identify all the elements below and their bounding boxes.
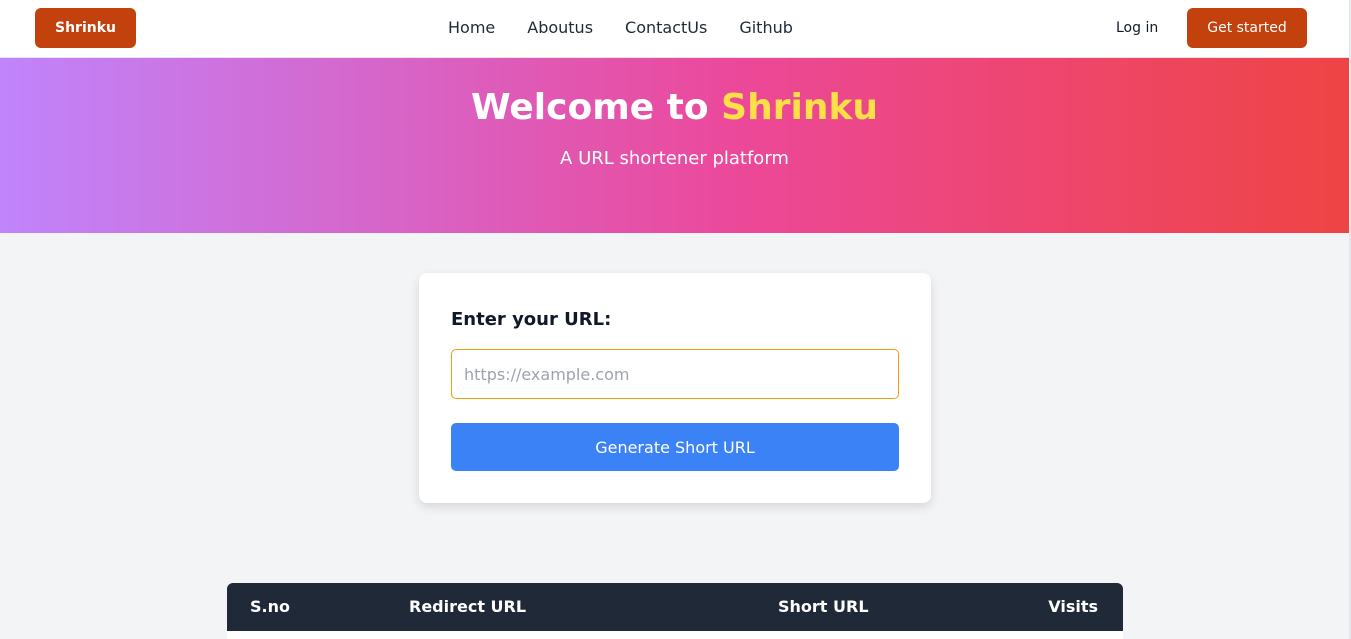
get-started-button[interactable]: Get started bbox=[1187, 8, 1307, 48]
hero-subtitle: A URL shortener platform bbox=[560, 148, 789, 169]
column-header-redirect-url: Redirect URL bbox=[409, 597, 527, 616]
nav-link-home[interactable]: Home bbox=[448, 17, 495, 39]
column-header-visits: Visits bbox=[1048, 597, 1098, 616]
hero-banner: Welcome to Shrinku A URL shortener platf… bbox=[0, 58, 1349, 233]
login-link[interactable]: Log in bbox=[1116, 18, 1158, 38]
nav-links: Home Aboutus ContactUs Github bbox=[448, 17, 793, 39]
column-header-short-url: Short URL bbox=[778, 597, 869, 616]
url-input[interactable] bbox=[451, 349, 899, 399]
hero-title-accent: Shrinku bbox=[721, 87, 879, 128]
nav-link-github[interactable]: Github bbox=[739, 17, 793, 39]
generate-short-url-button[interactable]: Generate Short URL bbox=[451, 423, 899, 471]
hero-title: Welcome to Shrinku bbox=[0, 88, 1349, 128]
nav-link-contactus[interactable]: ContactUs bbox=[625, 17, 707, 39]
nav-link-aboutus[interactable]: Aboutus bbox=[527, 17, 593, 39]
column-header-sno: S.no bbox=[250, 597, 290, 616]
urls-table-header: S.no Redirect URL Short URL Visits bbox=[227, 583, 1123, 631]
url-input-label: Enter your URL: bbox=[451, 309, 612, 330]
url-form-card: Enter your URL: Generate Short URL bbox=[419, 273, 931, 503]
hero-title-prefix: Welcome to bbox=[470, 87, 709, 128]
brand-button[interactable]: Shrinku bbox=[35, 8, 136, 48]
urls-table-body bbox=[227, 631, 1123, 639]
navbar: Shrinku Home Aboutus ContactUs Github Lo… bbox=[0, 0, 1351, 58]
